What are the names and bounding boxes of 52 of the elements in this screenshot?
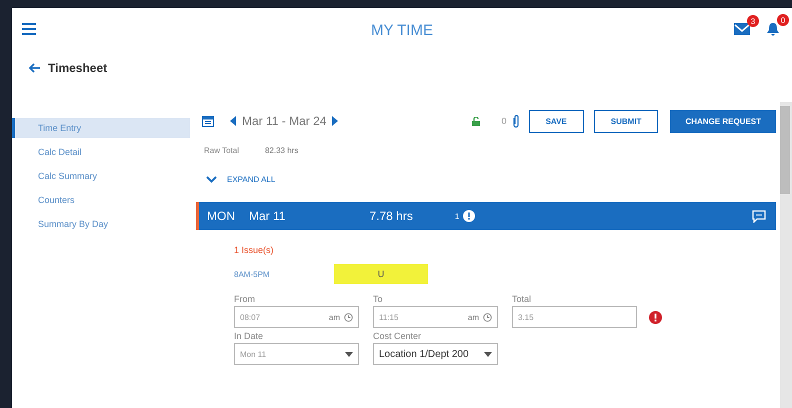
bell-icon[interactable] bbox=[766, 22, 780, 36]
comment-icon[interactable] bbox=[752, 210, 766, 222]
schedule-code: U bbox=[334, 264, 428, 284]
issue-message: 1 Issue(s) bbox=[234, 245, 275, 255]
lock-icon bbox=[472, 116, 482, 126]
dropdown[interactable]: Mon 11 bbox=[234, 343, 359, 365]
caret-icon[interactable] bbox=[345, 352, 353, 356]
day-date: Mar 11 bbox=[249, 209, 286, 223]
time-field[interactable]: 11:15 am bbox=[373, 306, 498, 328]
day-hours: 7.78 hrs bbox=[369, 209, 413, 223]
sidebar-item[interactable]: Calc Summary bbox=[12, 166, 190, 186]
raw-total-label: Raw Total bbox=[204, 146, 239, 155]
app-title: MY TIME bbox=[370, 22, 434, 39]
sidebar-item[interactable]: Counters bbox=[12, 190, 190, 210]
field-label: To bbox=[373, 294, 384, 304]
day-weekday: MON bbox=[207, 209, 235, 223]
save-button[interactable]: SAVE bbox=[528, 110, 584, 132]
schedule-link[interactable]: 8AM-5PM bbox=[234, 270, 334, 278]
caret-icon[interactable] bbox=[484, 352, 492, 356]
sidebar-item[interactable]: Time Entry bbox=[12, 118, 190, 138]
change-request-button[interactable]: CHANGE REQUEST bbox=[670, 110, 776, 132]
menu-icon[interactable] bbox=[22, 23, 36, 35]
paperclip-icon[interactable] bbox=[512, 114, 519, 128]
previous-icon[interactable] bbox=[230, 116, 236, 126]
notification-badge: 0 bbox=[777, 14, 789, 26]
expand-all-link[interactable]: EXPAND ALL bbox=[227, 175, 276, 184]
field-label: In Date bbox=[234, 331, 264, 341]
submit-button[interactable]: SUBMIT bbox=[594, 110, 658, 132]
clock-icon[interactable] bbox=[344, 312, 353, 322]
sidebar-item[interactable]: Summary By Day bbox=[12, 214, 190, 234]
clock-icon[interactable] bbox=[483, 312, 492, 322]
chevron-down-icon[interactable] bbox=[206, 176, 217, 183]
issue-count: 1 bbox=[454, 212, 460, 220]
dropdown[interactable]: Location 1/Dept 200 bbox=[373, 343, 498, 365]
notification-badge: 3 bbox=[747, 15, 759, 27]
input-field[interactable]: 3.15 bbox=[512, 306, 637, 328]
time-field[interactable]: 08:07 am bbox=[234, 306, 359, 328]
date-range: Mar 11 - Mar 24 bbox=[242, 114, 326, 128]
field-label: Cost Center bbox=[373, 331, 422, 341]
calendar-icon[interactable] bbox=[202, 115, 214, 127]
attachment-count: 0 bbox=[502, 116, 507, 126]
raw-total-value: 82.33 hrs bbox=[264, 146, 298, 155]
mail-icon[interactable] bbox=[734, 23, 750, 35]
day-header-bar[interactable]: MON Mar 11 7.78 hrs 1 bbox=[196, 202, 776, 230]
sidebar-item[interactable]: Calc Detail bbox=[12, 142, 190, 162]
scrollbar[interactable] bbox=[780, 102, 792, 408]
back-arrow-icon[interactable] bbox=[28, 63, 40, 73]
field-label: From bbox=[234, 294, 256, 304]
field-label: Total bbox=[512, 294, 532, 304]
next-icon[interactable] bbox=[332, 116, 338, 126]
page-title: Timesheet bbox=[48, 61, 108, 75]
alert-icon bbox=[463, 210, 476, 222]
